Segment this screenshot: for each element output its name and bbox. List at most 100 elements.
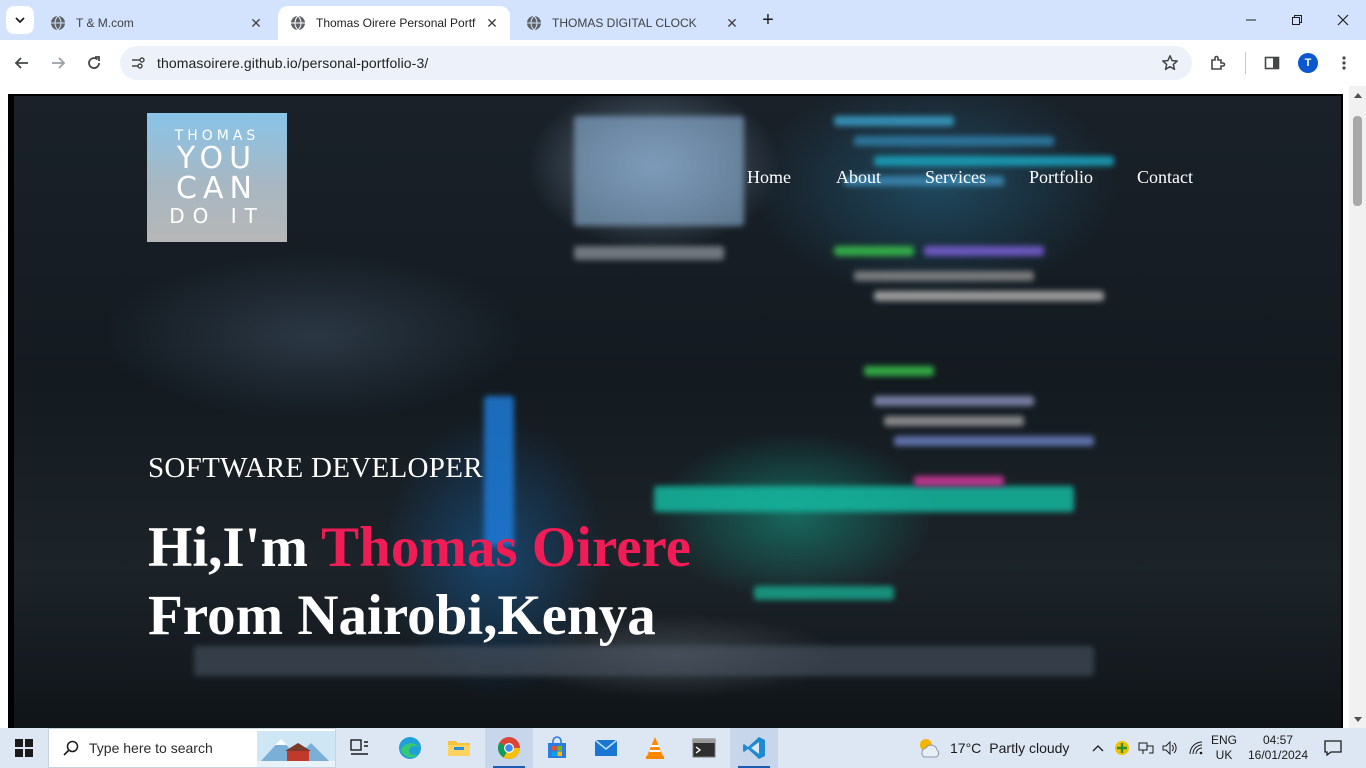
start-button[interactable]: [0, 728, 48, 768]
nav-about[interactable]: About: [836, 167, 881, 188]
restore-button[interactable]: [1274, 0, 1320, 40]
address-bar[interactable]: thomasoirere.github.io/personal-portfoli…: [120, 46, 1192, 80]
reload-button[interactable]: [80, 49, 108, 77]
tab-title: Thomas Oirere Personal Portfolio: [316, 16, 476, 30]
edge-icon: [399, 737, 421, 759]
logo-line-4: DO IT: [169, 203, 265, 228]
notification-icon: [1324, 740, 1342, 757]
tab-title: THOMAS DIGITAL CLOCK: [552, 16, 697, 30]
browser-toolbar: thomasoirere.github.io/personal-portfoli…: [0, 40, 1366, 86]
task-view-button[interactable]: [336, 728, 384, 768]
minimize-button[interactable]: [1228, 0, 1274, 40]
nav-portfolio[interactable]: Portfolio: [1029, 167, 1093, 188]
minimize-icon: [1246, 19, 1256, 21]
toolbar-divider: [1245, 52, 1246, 74]
site-info-icon[interactable]: [128, 53, 148, 73]
store-icon: [548, 736, 566, 758]
url-text[interactable]: thomasoirere.github.io/personal-portfoli…: [157, 55, 428, 71]
wifi-icon: [1189, 741, 1203, 755]
show-hidden-icons[interactable]: [1090, 728, 1106, 768]
more-vert-icon: [1342, 56, 1346, 70]
language-region: UK: [1215, 748, 1233, 762]
puzzle-icon: [1211, 55, 1226, 70]
arrow-left-icon: [14, 57, 28, 69]
profile-avatar[interactable]: T: [1298, 53, 1318, 73]
tab-1[interactable]: T & M.com ✕: [38, 6, 274, 40]
clock-time: 04:57: [1262, 733, 1294, 747]
nav-contact[interactable]: Contact: [1137, 167, 1193, 188]
clock-date: 16/01/2024: [1247, 748, 1309, 762]
ethernet-icon: [1138, 742, 1154, 754]
input-language[interactable]: ENG UK: [1207, 733, 1241, 763]
edge-app[interactable]: [386, 728, 434, 768]
scroll-up-icon[interactable]: [1349, 86, 1366, 103]
headline-location: From Nairobi,Kenya: [148, 584, 656, 647]
forward-button[interactable]: [44, 49, 72, 77]
close-icon[interactable]: ✕: [248, 15, 264, 31]
scroll-down-icon[interactable]: [1349, 711, 1366, 728]
weather-condition: Partly cloudy: [989, 740, 1070, 756]
network-tray[interactable]: [1136, 728, 1156, 768]
chevron-up-icon: [1092, 745, 1104, 752]
tab-title: T & M.com: [76, 16, 134, 30]
vlc-icon: [646, 737, 664, 759]
file-explorer-app[interactable]: [435, 728, 483, 768]
main-nav: Home About Services Portfolio Contact: [14, 167, 1341, 191]
globe-icon: [291, 15, 305, 31]
system-clock[interactable]: 04:57 16/01/2024: [1244, 733, 1312, 763]
search-placeholder: Type here to search: [89, 740, 213, 756]
page-viewport: THOMAS YOU CAN DO IT Home About Services…: [0, 86, 1366, 728]
new-tab-button[interactable]: +: [756, 8, 780, 32]
chrome-icon: [498, 737, 520, 759]
headline-greeting: Hi,I'm: [148, 516, 322, 579]
weather-widget[interactable]: 17°C Partly cloudy: [916, 728, 1069, 768]
arrow-right-icon: [52, 57, 66, 69]
back-button[interactable]: [8, 49, 36, 77]
wifi-tray[interactable]: [1186, 728, 1206, 768]
security-shield-icon: [1115, 741, 1129, 755]
task-view-icon: [350, 739, 368, 755]
partly-cloudy-icon: [920, 739, 940, 758]
tab-3[interactable]: THOMAS DIGITAL CLOCK ✕: [514, 6, 750, 40]
search-highlight-art-icon: [257, 731, 335, 767]
volume-tray[interactable]: [1160, 728, 1180, 768]
reload-icon: [88, 56, 100, 69]
vscode-app[interactable]: [730, 728, 778, 768]
tab-2[interactable]: Thomas Oirere Personal Portfolio ✕: [278, 6, 510, 40]
extensions-button[interactable]: [1204, 49, 1232, 77]
notifications-button[interactable]: [1318, 728, 1348, 768]
bookmark-star-icon[interactable]: [1160, 53, 1180, 73]
mail-app[interactable]: [582, 728, 630, 768]
vscode-icon: [743, 737, 765, 759]
nav-services[interactable]: Services: [925, 167, 986, 188]
search-icon: [61, 738, 81, 758]
tab-search-button[interactable]: [6, 6, 34, 34]
folder-icon: [448, 741, 470, 756]
side-panel-button[interactable]: [1258, 49, 1286, 77]
hero-section: THOMAS YOU CAN DO IT Home About Services…: [14, 96, 1341, 728]
microsoft-store-app[interactable]: [533, 728, 581, 768]
page-scrollbar[interactable]: [1349, 86, 1366, 728]
language-code: ENG: [1210, 733, 1237, 747]
mail-icon: [594, 739, 618, 756]
taskbar-search[interactable]: Type here to search: [48, 728, 336, 768]
globe-icon: [527, 15, 541, 31]
scrollbar-thumb[interactable]: [1353, 116, 1362, 206]
chrome-app[interactable]: [485, 728, 533, 768]
headline-name: Thomas Oirere: [321, 516, 692, 579]
globe-icon: [51, 15, 65, 31]
terminal-app[interactable]: [680, 728, 728, 768]
security-tray[interactable]: [1112, 728, 1132, 768]
close-icon[interactable]: ✕: [484, 15, 500, 31]
speaker-icon: [1162, 740, 1177, 756]
close-icon[interactable]: ✕: [724, 15, 740, 31]
restore-icon: [1292, 15, 1302, 25]
nav-home[interactable]: Home: [747, 167, 791, 188]
windows-icon: [15, 739, 33, 757]
close-window-button[interactable]: [1320, 0, 1366, 40]
hero-headline: Hi,I'm Thomas Oirere From Nairobi,Kenya: [148, 514, 691, 650]
menu-button[interactable]: [1330, 49, 1358, 77]
vlc-app[interactable]: [631, 728, 679, 768]
side-panel-icon: [1264, 56, 1280, 70]
weather-temp: 17°C: [950, 740, 982, 756]
